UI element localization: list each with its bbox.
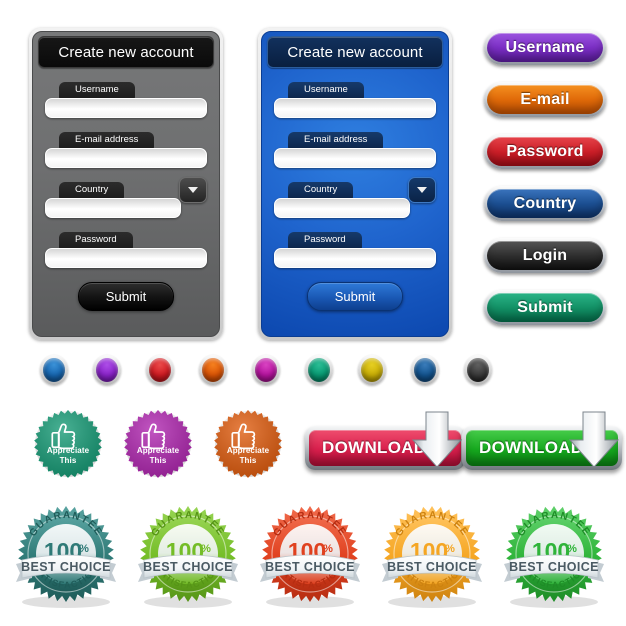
dot-fill (149, 358, 171, 382)
guarantee-seal-graphic: GUARANTEE100%SATISFACTIONBEST CHOICE (16, 506, 116, 608)
starburst-shape (214, 410, 282, 478)
pill-button-label: Submit (487, 293, 603, 322)
dot-navy[interactable] (411, 355, 439, 385)
dot-yellow[interactable] (358, 355, 386, 385)
seal-percent-symbol: % (445, 543, 455, 555)
dot-blue[interactable] (40, 355, 68, 385)
guarantee-seal[interactable]: GUARANTEE100%SATISFACTIONBEST CHOICE (498, 498, 618, 610)
pill-button-login[interactable]: Login (484, 238, 606, 273)
pill-button-label: Password (487, 137, 603, 166)
down-arrow-icon (568, 411, 620, 468)
dot-fill (414, 358, 436, 382)
seal-percent-symbol: % (79, 543, 89, 555)
dot-orange[interactable] (199, 355, 227, 385)
chevron-down-icon[interactable] (408, 177, 436, 203)
starburst-shape (34, 410, 102, 478)
seal-ribbon-text: BEST CHOICE (21, 560, 111, 574)
guarantee-seal[interactable]: GUARANTEE100%SATISFACTIONBEST CHOICE (132, 498, 252, 610)
dot-fill (96, 358, 118, 382)
guarantee-seal-graphic: GUARANTEE100%SATISFACTIONBEST CHOICE (260, 506, 360, 608)
field-username-gray: Username (45, 79, 207, 118)
dot-fill (467, 358, 489, 382)
appreciate-badge[interactable]: Appreciate This (212, 408, 284, 480)
create-account-form-blue: Create new account Username E-mail addre… (258, 28, 452, 340)
field-password-blue: Password (274, 229, 436, 268)
seal-percent-symbol: % (567, 543, 577, 555)
dot-teal[interactable] (305, 355, 333, 385)
pill-button-password[interactable]: Password (484, 134, 606, 169)
select-country-gray[interactable] (45, 198, 181, 218)
pill-button-e-mail[interactable]: E-mail (484, 82, 606, 117)
pill-button-submit[interactable]: Submit (484, 290, 606, 325)
starburst-shape (124, 410, 192, 478)
field-email-gray: E-mail address (45, 129, 207, 168)
input-email-blue[interactable] (274, 148, 436, 168)
form-title-blue: Create new account (267, 36, 443, 68)
ui-kit-canvas: Create new account Username E-mail addre… (0, 0, 626, 626)
input-email-gray[interactable] (45, 148, 207, 168)
dot-row (0, 355, 626, 389)
dot-fill (308, 358, 330, 382)
chevron-down-icon[interactable] (179, 177, 207, 203)
dot-magenta[interactable] (252, 355, 280, 385)
field-password-gray: Password (45, 229, 207, 268)
seal-percent-symbol: % (323, 543, 333, 555)
download-button[interactable]: DOWNLOAD (462, 410, 622, 472)
guarantee-seal[interactable]: GUARANTEE100%SATISFACTIONBEST CHOICE (10, 498, 130, 610)
dot-red[interactable] (146, 355, 174, 385)
form-title-gray: Create new account (38, 36, 214, 68)
input-username-gray[interactable] (45, 98, 207, 118)
input-username-blue[interactable] (274, 98, 436, 118)
field-country-gray: Country (45, 177, 207, 218)
appreciate-badge[interactable]: Appreciate This (122, 408, 194, 480)
pill-button-label: Username (487, 33, 603, 62)
dot-fill (361, 358, 383, 382)
dot-purple[interactable] (93, 355, 121, 385)
field-email-blue: E-mail address (274, 129, 436, 168)
select-country-blue[interactable] (274, 198, 410, 218)
seal-percent-symbol: % (201, 543, 211, 555)
pill-button-country[interactable]: Country (484, 186, 606, 221)
guarantee-seal-graphic: GUARANTEE100%SATISFACTIONBEST CHOICE (382, 506, 482, 608)
dot-black[interactable] (464, 355, 492, 385)
seal-ribbon-text: BEST CHOICE (265, 560, 355, 574)
submit-button-gray[interactable]: Submit (78, 282, 174, 311)
pill-button-group: Username E-mail Password Country Login Submit (484, 30, 606, 342)
pill-button-username[interactable]: Username (484, 30, 606, 65)
submit-button-blue[interactable]: Submit (307, 282, 403, 311)
dot-fill (43, 358, 65, 382)
appreciate-badge[interactable]: Appreciate This (32, 408, 104, 480)
guarantee-seal-graphic: GUARANTEE100%SATISFACTIONBEST CHOICE (138, 506, 238, 608)
dot-fill (202, 358, 224, 382)
seal-ribbon-text: BEST CHOICE (143, 560, 233, 574)
input-password-blue[interactable] (274, 248, 436, 268)
down-arrow-icon (411, 411, 463, 468)
dot-fill (255, 358, 277, 382)
seal-ribbon-text: BEST CHOICE (387, 560, 477, 574)
pill-button-label: Login (487, 241, 603, 270)
download-button[interactable]: DOWNLOAD (305, 410, 465, 472)
guarantee-seal[interactable]: GUARANTEE100%SATISFACTIONBEST CHOICE (376, 498, 496, 610)
field-username-blue: Username (274, 79, 436, 118)
pill-button-label: Country (487, 189, 603, 218)
field-country-blue: Country (274, 177, 436, 218)
guarantee-seal[interactable]: GUARANTEE100%SATISFACTIONBEST CHOICE (254, 498, 374, 610)
input-password-gray[interactable] (45, 248, 207, 268)
seal-ribbon-text: BEST CHOICE (509, 560, 599, 574)
create-account-form-gray: Create new account Username E-mail addre… (29, 28, 223, 340)
guarantee-seal-graphic: GUARANTEE100%SATISFACTIONBEST CHOICE (504, 506, 604, 608)
pill-button-label: E-mail (487, 85, 603, 114)
